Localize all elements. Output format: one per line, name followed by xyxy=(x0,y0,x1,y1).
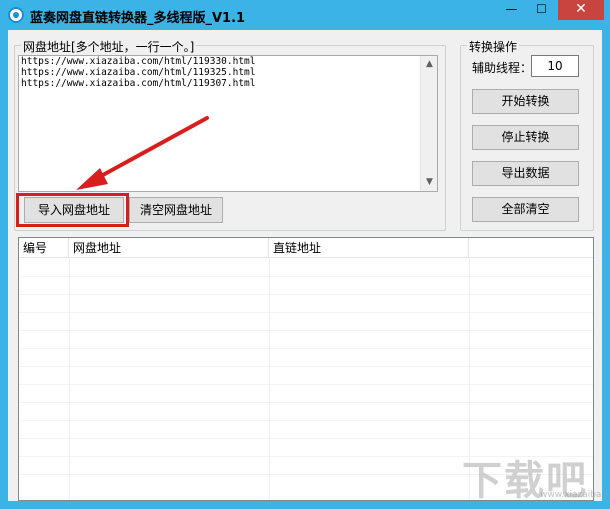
annotation-arrow-icon xyxy=(76,116,209,190)
watermark-url: www.xiazaiba.com xyxy=(540,490,610,500)
